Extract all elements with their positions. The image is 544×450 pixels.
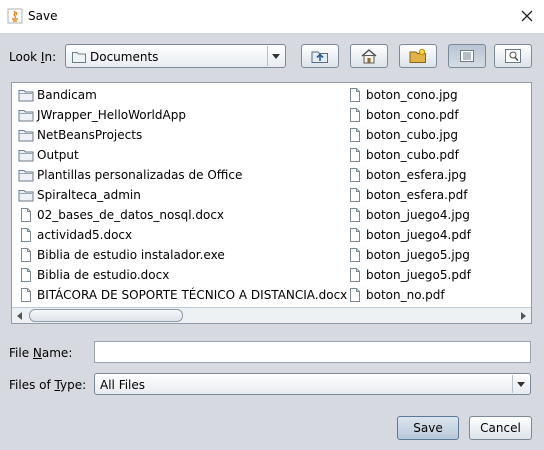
- up-one-level-button[interactable]: [301, 44, 339, 68]
- file-icon: [350, 208, 360, 222]
- list-view-icon: [460, 50, 474, 62]
- look-in-value: Documents: [90, 50, 159, 64]
- list-item-label: Spiralteca_admin: [37, 188, 141, 202]
- title-bar: Save: [0, 0, 544, 34]
- list-item-label: boton_juego4.jpg: [366, 208, 470, 222]
- list-item-label: Biblia de estudio.docx: [37, 268, 170, 282]
- list-item-label: boton_juego5.jpg: [366, 248, 470, 262]
- file-icon: [21, 268, 31, 282]
- save-button[interactable]: Save: [397, 416, 459, 440]
- list-item-label: boton_juego5.pdf: [366, 268, 471, 282]
- list-item-label: boton_esfera.jpg: [366, 168, 467, 182]
- file-icon: [350, 88, 360, 102]
- file-icon: [350, 148, 360, 162]
- file-icon: [350, 188, 360, 202]
- window-title: Save: [28, 9, 58, 23]
- list-item-label: boton_esfera.pdf: [366, 188, 468, 202]
- list-item-label: BITÁCORA DE SOPORTE TÉCNICO A DISTANCIA.…: [37, 288, 348, 302]
- close-icon[interactable]: [516, 5, 538, 27]
- details-view-button[interactable]: [494, 44, 532, 68]
- horizontal-scrollbar[interactable]: [12, 307, 531, 323]
- file-icon: [350, 248, 360, 262]
- list-item-label: boton_no.pdf: [366, 288, 445, 302]
- scrollbar-thumb[interactable]: [29, 309, 183, 322]
- list-view-button[interactable]: [448, 44, 486, 68]
- file-name-input[interactable]: [94, 341, 531, 363]
- file-icon: [350, 288, 360, 302]
- file-icon: [350, 168, 360, 182]
- list-item-label: boton_cono.pdf: [366, 108, 459, 122]
- list-item-label: 02_bases_de_datos_nosql.docx: [37, 208, 225, 222]
- new-folder-button[interactable]: [399, 44, 437, 68]
- list-item-label: Biblia de estudio instalador.exe: [37, 248, 225, 262]
- scroll-left-icon[interactable]: [12, 308, 27, 323]
- list-item-label: NetBeansProjects: [37, 128, 143, 142]
- folder-icon: [18, 130, 34, 142]
- list-item-label: Output: [37, 148, 79, 162]
- list-item-label: boton_cono.jpg: [366, 88, 458, 102]
- list-item-label: boton_cubo.jpg: [366, 128, 458, 142]
- file-icon: [350, 228, 360, 242]
- look-in-combobox[interactable]: Documents: [65, 44, 286, 68]
- chevron-down-icon[interactable]: [267, 46, 284, 66]
- file-name-label: File Name:: [9, 346, 73, 360]
- list-item-label: Plantillas personalizadas de Office: [37, 168, 243, 182]
- folder-icon: [18, 150, 34, 162]
- file-icon: [350, 108, 360, 122]
- list-item-label: actividad5.docx: [37, 228, 133, 242]
- folder-icon: [18, 190, 34, 202]
- file-icon: [21, 208, 31, 222]
- folder-icon: [72, 52, 86, 63]
- folder-up-icon: [311, 51, 328, 63]
- cancel-button[interactable]: Cancel: [469, 416, 532, 440]
- files-of-type-label: Files of Type:: [9, 378, 87, 392]
- list-item-label: Bandicam: [37, 88, 97, 102]
- folder-icon: [18, 110, 34, 122]
- file-icon: [21, 248, 31, 262]
- new-folder-icon: [409, 48, 426, 63]
- files-of-type-combobox[interactable]: All Files: [94, 373, 531, 395]
- file-icon: [350, 268, 360, 282]
- look-in-label: Look In:: [9, 50, 57, 64]
- home-icon: [361, 49, 377, 64]
- file-icon: [21, 228, 31, 242]
- file-icon: [350, 128, 360, 142]
- java-app-icon: [7, 8, 23, 24]
- list-item-label: JWrapper_HelloWorldApp: [37, 108, 186, 122]
- folder-icon: [18, 170, 34, 182]
- chevron-down-icon[interactable]: [512, 375, 529, 393]
- file-list[interactable]: Bandicam JWrapper_HelloWorldApp NetBeansPr…: [11, 82, 532, 324]
- files-of-type-value: All Files: [100, 378, 146, 392]
- file-icon: [21, 288, 31, 302]
- list-item-label: boton_cubo.pdf: [366, 148, 459, 162]
- home-button[interactable]: [350, 44, 388, 68]
- scroll-right-icon[interactable]: [516, 308, 531, 323]
- details-view-icon: [505, 49, 521, 63]
- list-item-label: boton_juego4.pdf: [366, 228, 471, 242]
- folder-icon: [18, 90, 34, 102]
